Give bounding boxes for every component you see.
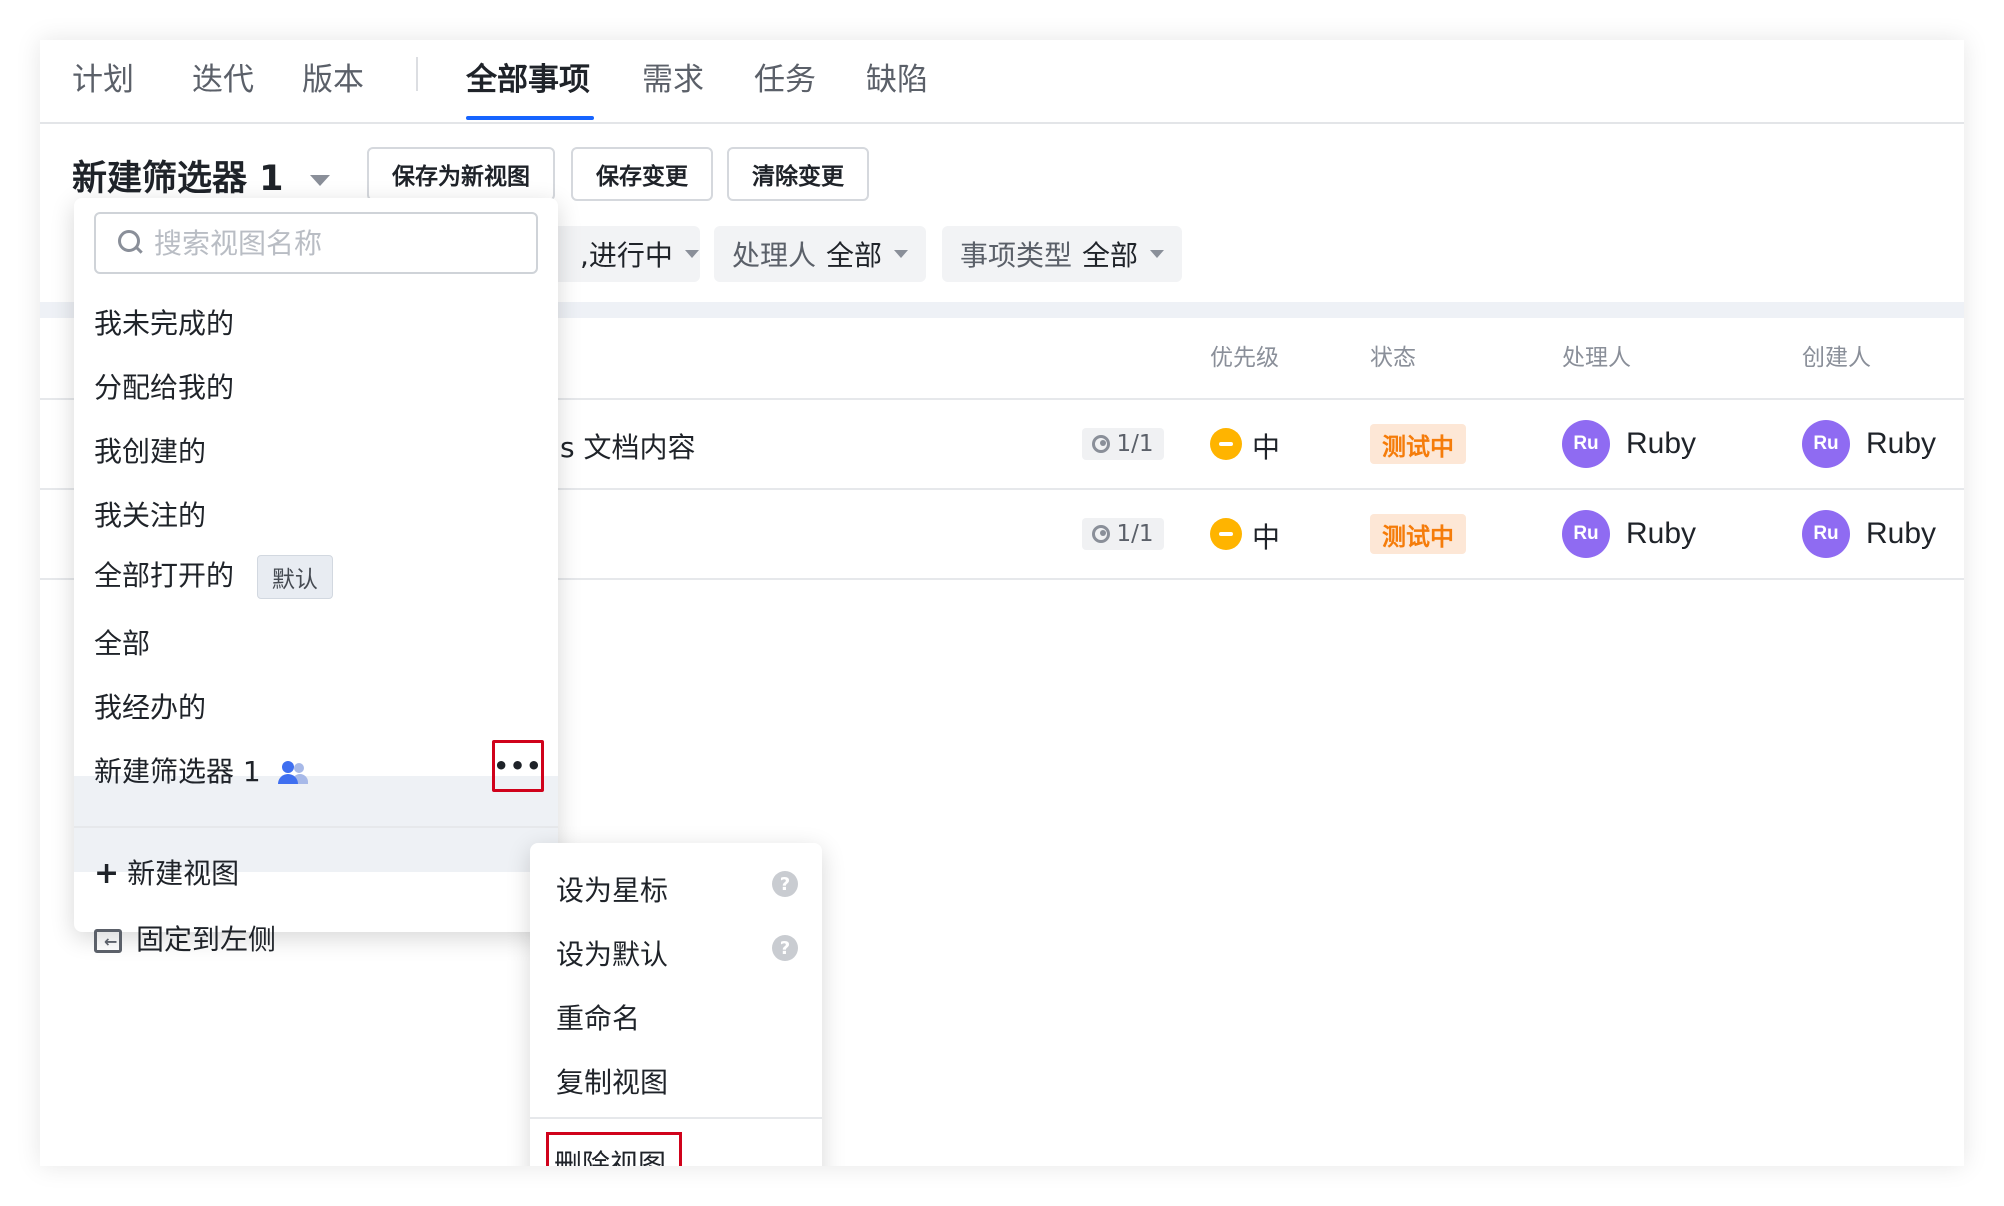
new-view-label: 新建视图 [127, 857, 240, 890]
save-changes-button[interactable]: 保存变更 [571, 147, 713, 201]
creator-name[interactable]: Ruby [1866, 517, 1936, 551]
view-title: 新建筛选器 1 [72, 159, 284, 199]
status-badge[interactable]: 测试中 [1370, 424, 1466, 464]
tab-divider [416, 57, 418, 91]
menu-item-duplicate-view[interactable]: 复制视图 [556, 1061, 668, 1101]
search-icon [118, 230, 144, 256]
view-context-menu: 设为星标 ? 设为默认 ? 重命名 复制视图 删除视图 [530, 843, 822, 1166]
creator-name[interactable]: Ruby [1866, 427, 1936, 461]
column-header-priority[interactable]: 优先级 [1210, 338, 1279, 372]
assignee-name[interactable]: Ruby [1626, 517, 1696, 551]
pin-left-icon: ← [94, 929, 122, 953]
tab-tasks[interactable]: 任务 [754, 54, 816, 99]
help-icon[interactable]: ? [772, 871, 798, 897]
save-as-new-view-button[interactable]: 保存为新视图 [367, 147, 555, 201]
priority-medium-icon [1210, 518, 1242, 550]
creator-avatar: Ru [1802, 420, 1850, 468]
item-type-filter[interactable]: 事项类型 全部 [942, 226, 1183, 282]
subtask-progress: 1/1 [1082, 428, 1164, 460]
view-item-handled-by-me[interactable]: 我经办的 [94, 686, 206, 726]
creator-avatar: Ru [1802, 510, 1850, 558]
tab-plan[interactable]: 计划 [72, 54, 134, 99]
tab-all-items[interactable]: 全部事项 [466, 54, 590, 99]
caret-down-icon [684, 250, 699, 258]
menu-item-delete-view[interactable]: 删除视图 [554, 1143, 666, 1166]
pin-to-left-label: 固定到左侧 [136, 923, 277, 956]
assignee-avatar: Ru [1562, 420, 1610, 468]
assignee-filter-value: 全部 [826, 239, 883, 272]
view-item-all[interactable]: 全部 [94, 622, 150, 662]
menu-item-set-default[interactable]: 设为默认 [556, 933, 668, 973]
default-badge: 默认 [256, 555, 333, 599]
menu-divider [530, 1117, 822, 1119]
column-header-status[interactable]: 状态 [1370, 338, 1416, 372]
clear-changes-button[interactable]: 清除变更 [727, 147, 869, 201]
caret-down-icon [894, 250, 909, 258]
item-type-filter-label: 事项类型 [960, 239, 1073, 272]
item-title[interactable]: s 文档内容 [560, 426, 696, 466]
view-item-created-by-me[interactable]: 我创建的 [94, 430, 206, 470]
status-filter-value: ,进行中 [580, 239, 673, 272]
view-item-new-filter[interactable]: 新建筛选器 1 [94, 750, 308, 790]
progress-ring-icon [1092, 435, 1111, 453]
subtask-count: 1/1 [1116, 521, 1154, 547]
view-item-my-unfinished[interactable]: 我未完成的 [94, 302, 234, 342]
more-options-button[interactable]: ••• [492, 740, 544, 792]
subtask-progress: 1/1 [1082, 518, 1164, 550]
column-header-creator[interactable]: 创建人 [1802, 338, 1871, 372]
assignee-filter-label: 处理人 [732, 239, 817, 272]
pin-to-left-button[interactable]: ← 固定到左侧 [94, 918, 276, 958]
column-header-assignee[interactable]: 处理人 [1562, 338, 1631, 372]
item-type-filter-value: 全部 [1082, 239, 1139, 272]
tab-defects[interactable]: 缺陷 [866, 54, 928, 99]
caret-down-icon [1150, 250, 1165, 258]
view-item-label: 新建筛选器 1 [94, 755, 261, 788]
view-dropdown: 我未完成的 分配给我的 我创建的 我关注的 全部打开的 默认 全部 我经办的 新… [74, 198, 558, 932]
priority-medium-icon [1210, 428, 1242, 460]
subtask-count: 1/1 [1116, 431, 1154, 457]
view-item-followed[interactable]: 我关注的 [94, 494, 206, 534]
view-item-label: 全部打开的 [94, 559, 235, 592]
progress-ring-icon [1092, 525, 1111, 543]
assignee-name[interactable]: Ruby [1626, 427, 1696, 461]
tab-version[interactable]: 版本 [302, 54, 364, 99]
active-tab-indicator [466, 116, 594, 120]
caret-down-icon [309, 174, 330, 186]
priority-label[interactable]: 中 [1252, 426, 1280, 466]
plus-icon: + [94, 856, 120, 891]
priority-label[interactable]: 中 [1252, 516, 1280, 556]
view-search-input[interactable] [152, 225, 516, 261]
tab-iteration[interactable]: 迭代 [192, 54, 254, 99]
status-badge[interactable]: 测试中 [1370, 514, 1466, 554]
assignee-filter[interactable]: 处理人 全部 [714, 226, 927, 282]
tab-requirements[interactable]: 需求 [642, 54, 704, 99]
view-item-all-open[interactable]: 全部打开的 默认 [94, 554, 333, 599]
new-view-button[interactable]: + 新建视图 [94, 852, 239, 892]
app-window: 计划 迭代 版本 全部事项 需求 任务 缺陷 新建筛选器 1 保存为新视图 保存… [40, 40, 1964, 1166]
dropdown-divider [74, 826, 558, 828]
menu-item-rename[interactable]: 重命名 [556, 997, 640, 1037]
shared-users-icon [277, 761, 308, 785]
view-selector[interactable]: 新建筛选器 1 [72, 150, 330, 201]
view-search[interactable] [94, 212, 538, 274]
view-item-assigned-to-me[interactable]: 分配给我的 [94, 366, 234, 406]
top-tab-bar: 计划 迭代 版本 全部事项 需求 任务 缺陷 [40, 40, 1964, 124]
menu-item-set-star[interactable]: 设为星标 [556, 869, 668, 909]
help-icon[interactable]: ? [772, 935, 798, 961]
assignee-avatar: Ru [1562, 510, 1610, 558]
